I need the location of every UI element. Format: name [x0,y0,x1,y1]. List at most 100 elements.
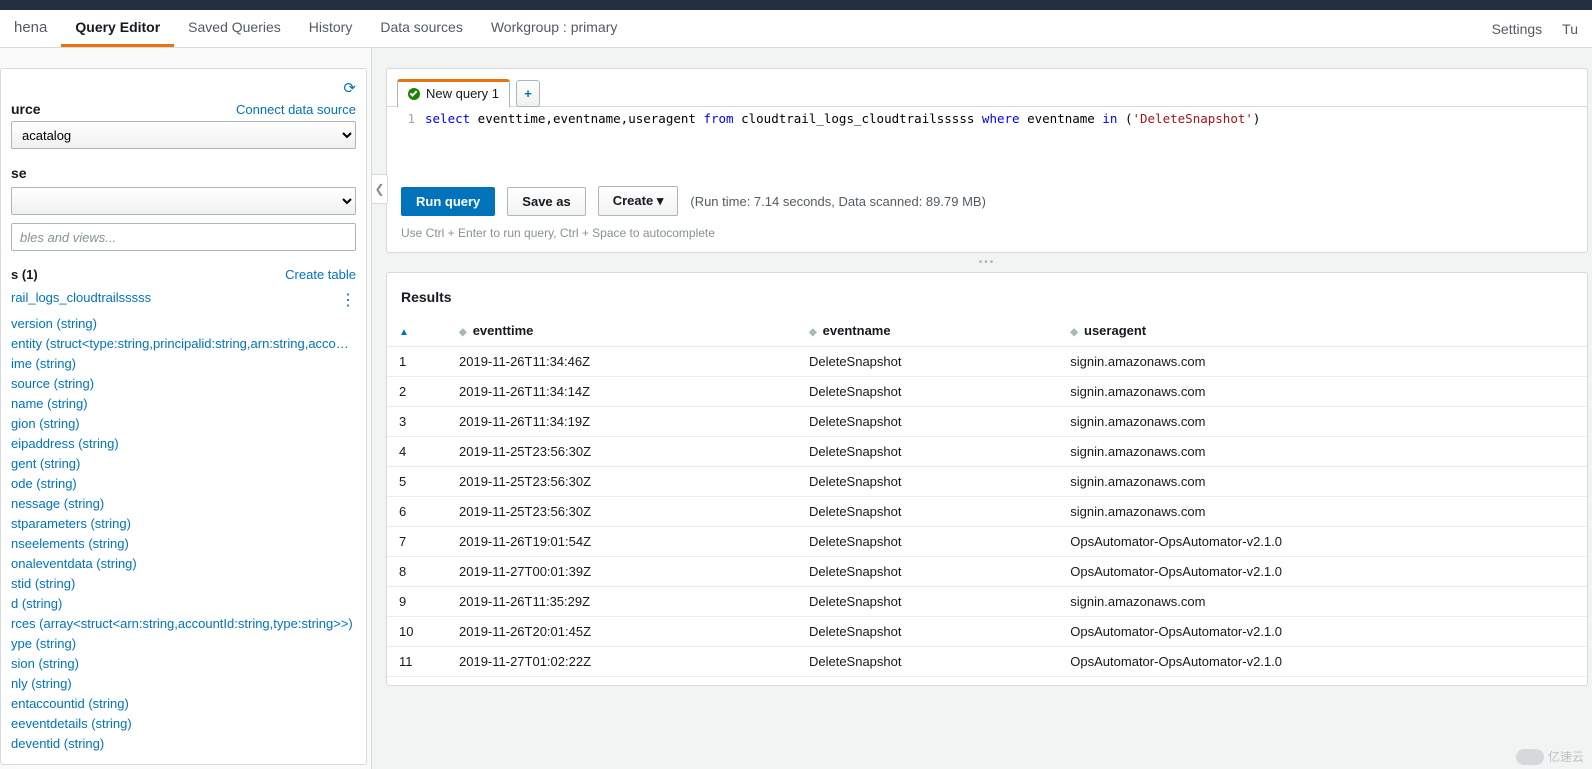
tbl: cloudtrail_logs_cloudtrailsssss [734,111,982,126]
cell-eventname: DeleteSnapshot [797,527,1058,557]
cell-useragent: signin.amazonaws.com [1058,377,1587,407]
column-item[interactable]: deventid (string) [11,734,356,754]
column-item[interactable]: ype (string) [11,634,356,654]
col-rownum[interactable]: ▲ [387,315,447,347]
column-item[interactable]: stid (string) [11,574,356,594]
col-eventtime[interactable]: ◆ eventtime [447,315,797,347]
column-list: version (string)entity (struct<type:stri… [11,314,356,754]
query-tab-1[interactable]: New query 1 [397,79,510,107]
run-info: (Run time: 7.14 seconds, Data scanned: 8… [690,194,986,209]
cell-eventtime: 2019-11-27T00:01:39Z [447,557,797,587]
column-item[interactable]: nseelements (string) [11,534,356,554]
cell-rownum: 11 [387,647,447,677]
column-item[interactable]: version (string) [11,314,356,334]
column-item[interactable]: rces (array<struct<arn:string,accountId:… [11,614,356,634]
run-query-button[interactable]: Run query [401,187,495,216]
connect-data-source-link[interactable]: Connect data source [236,102,356,117]
tab-data-sources[interactable]: Data sources [366,10,476,47]
column-item[interactable]: nly (string) [11,674,356,694]
column-item[interactable]: ime (string) [11,354,356,374]
collapse-sidebar-toggle[interactable]: ❮ [372,174,388,204]
cell-eventname: DeleteSnapshot [797,347,1058,377]
column-item[interactable]: eipaddress (string) [11,434,356,454]
cell-eventtime: 2019-11-26T11:34:14Z [447,377,797,407]
cell-useragent: signin.amazonaws.com [1058,347,1587,377]
cell-eventname: DeleteSnapshot [797,617,1058,647]
create-button[interactable]: Create ▾ [598,186,679,216]
results-title: Results [387,273,1587,315]
tab-saved-queries[interactable]: Saved Queries [174,10,295,47]
cell-eventname: DeleteSnapshot [797,587,1058,617]
table-item-label: rail_logs_cloudtrailsssss [11,290,151,310]
cell-useragent: signin.amazonaws.com [1058,407,1587,437]
tab-history[interactable]: History [295,10,367,47]
column-item[interactable]: gent (string) [11,454,356,474]
content-area: ❮ New query 1 + 1 select eventtime,event… [372,48,1592,769]
table-row: 72019-11-26T19:01:54ZDeleteSnapshotOpsAu… [387,527,1587,557]
tab-workgroup[interactable]: Workgroup : primary [477,10,632,47]
cell-useragent: OpsAutomator-OpsAutomator-v2.1.0 [1058,647,1587,677]
database-select[interactable] [11,187,356,215]
line-gutter: 1 [387,111,425,126]
filter-tables-input[interactable] [11,223,356,251]
sort-icon: ◆ [459,327,467,338]
cell-rownum: 2 [387,377,447,407]
cell-rownum: 9 [387,587,447,617]
tab-query-editor[interactable]: Query Editor [61,10,174,47]
column-item[interactable]: entaccountid (string) [11,694,356,714]
sort-asc-icon: ▲ [399,327,409,338]
cell-rownum: 7 [387,527,447,557]
save-as-button[interactable]: Save as [507,187,585,216]
data-source-select[interactable]: acatalog [11,121,356,149]
kebab-icon[interactable]: ⋮ [340,290,356,310]
table-row: 12019-11-26T11:34:46ZDeleteSnapshotsigni… [387,347,1587,377]
cell-useragent: signin.amazonaws.com [1058,497,1587,527]
tables-count: s (1) [11,267,38,282]
editor-hint: Use Ctrl + Enter to run query, Ctrl + Sp… [387,226,1587,252]
col-eventname[interactable]: ◆eventname [797,315,1058,347]
paren-open: ( [1117,111,1132,126]
cell-eventtime: 2019-11-25T23:56:30Z [447,497,797,527]
column-item[interactable]: d (string) [11,594,356,614]
cell-useragent: signin.amazonaws.com [1058,587,1587,617]
column-item[interactable]: gion (string) [11,414,356,434]
cell-useragent: OpsAutomator-OpsAutomator-v2.1.0 [1058,557,1587,587]
column-item[interactable]: eeventdetails (string) [11,714,356,734]
link-tutorial[interactable]: Tu [1562,21,1578,37]
editor-card: New query 1 + 1 select eventtime,eventna… [386,68,1588,253]
cell-eventname: DeleteSnapshot [797,557,1058,587]
cell-useragent: OpsAutomator-OpsAutomator-v2.1.0 [1058,617,1587,647]
add-tab-button[interactable]: + [516,80,540,107]
column-item[interactable]: entity (struct<type:string,principalid:s… [11,334,356,354]
cell-rownum: 3 [387,407,447,437]
create-button-label: Create [613,193,653,208]
column-item[interactable]: stparameters (string) [11,514,356,534]
column-item[interactable]: ode (string) [11,474,356,494]
results-card: Results ▲ ◆ eventtime ◆eventname ◆userage… [386,272,1588,686]
col-eventtime-label: eventtime [473,323,534,338]
col-where: eventname [1020,111,1103,126]
sql-editor[interactable]: 1 select eventtime,eventname,useragent f… [387,106,1587,176]
column-item[interactable]: nessage (string) [11,494,356,514]
kw-where: where [982,111,1020,126]
cell-useragent: signin.amazonaws.com [1058,467,1587,497]
cell-eventtime: 2019-11-26T20:01:45Z [447,617,797,647]
create-table-link[interactable]: Create table [285,267,356,282]
column-item[interactable]: name (string) [11,394,356,414]
drag-handle[interactable]: ••• [386,257,1588,268]
table-item[interactable]: rail_logs_cloudtrailsssss ⋮ [11,286,356,314]
topbar-dark [0,0,1592,10]
cell-eventtime: 2019-11-26T19:01:54Z [447,527,797,557]
column-item[interactable]: sion (string) [11,654,356,674]
column-item[interactable]: onaleventdata (string) [11,554,356,574]
cell-eventtime: 2019-11-25T23:56:30Z [447,437,797,467]
column-item[interactable]: source (string) [11,374,356,394]
cell-rownum: 4 [387,437,447,467]
col-useragent[interactable]: ◆useragent [1058,315,1587,347]
cell-useragent: signin.amazonaws.com [1058,437,1587,467]
sort-icon: ◆ [809,327,817,338]
cell-rownum: 6 [387,497,447,527]
check-icon [408,88,420,100]
link-settings[interactable]: Settings [1492,21,1543,37]
refresh-icon[interactable]: ⟳ [343,79,356,97]
